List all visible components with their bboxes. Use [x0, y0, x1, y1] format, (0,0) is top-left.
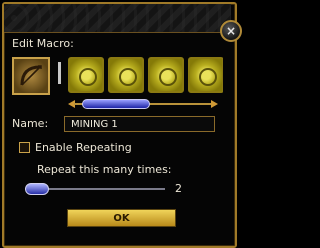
enable-repeating-label: Enable Repeating	[35, 141, 132, 154]
close-button[interactable]: ×	[220, 20, 242, 42]
ability-slot-1[interactable]	[68, 57, 104, 93]
window-title: Edit Macro:	[12, 37, 74, 50]
slots-scrollbar[interactable]	[68, 99, 218, 109]
name-label: Name:	[12, 117, 49, 130]
close-icon: ×	[225, 24, 237, 38]
slider-knob[interactable]	[25, 183, 49, 195]
bow-icon	[20, 65, 42, 86]
repeat-count-label: Repeat this many times:	[37, 163, 172, 176]
window-header[interactable]	[4, 4, 231, 33]
scroll-thumb[interactable]	[82, 99, 150, 109]
macro-name-input[interactable]	[64, 116, 215, 132]
header-pattern	[4, 4, 231, 32]
ability-slot-3[interactable]	[148, 57, 184, 93]
enable-repeating-checkbox[interactable]	[19, 142, 30, 153]
ability-slots	[68, 57, 223, 95]
repeat-count-value: 2	[175, 182, 182, 195]
repeat-count-slider[interactable]	[25, 183, 165, 195]
divider	[58, 62, 61, 84]
macro-icon-button[interactable]	[12, 57, 50, 95]
scroll-right-icon[interactable]	[211, 100, 218, 108]
ok-button[interactable]: OK	[67, 209, 176, 227]
ability-slot-2[interactable]	[108, 57, 144, 93]
ability-slot-4[interactable]	[188, 57, 223, 93]
